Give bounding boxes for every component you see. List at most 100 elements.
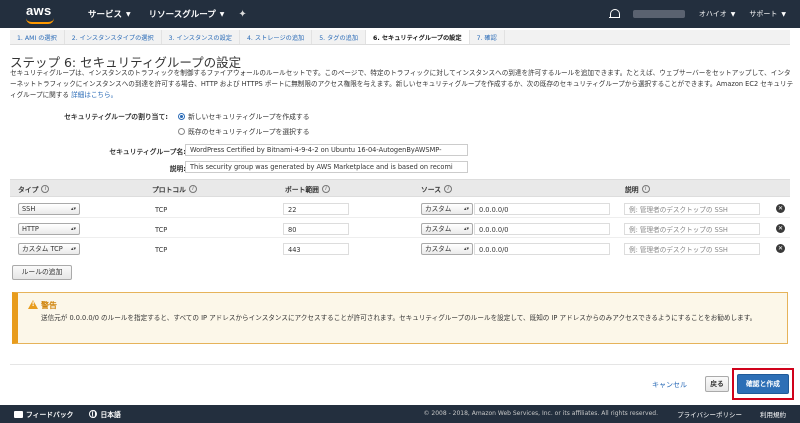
type-value: カスタム TCP — [22, 245, 63, 253]
tab-storage[interactable]: 4. ストレージの追加 — [240, 30, 313, 44]
tab-review[interactable]: 7. 確認 — [470, 30, 505, 44]
group-name-label: セキュリティグループ名: — [109, 148, 186, 156]
radio-unselected-icon[interactable] — [178, 127, 185, 135]
radio-select-existing-label: 既存のセキュリティグループを選択する — [188, 128, 310, 136]
radio-create-new[interactable]: 新しいセキュリティグループを作成する — [178, 111, 310, 121]
source-mode-value: カスタム — [425, 205, 452, 213]
chevron-updown-icon: ▴▾ — [70, 226, 76, 232]
rules-table-header: タイプ i プロトコル i ポート範囲 i ソース i 説明 i — [10, 179, 790, 197]
services-label: サービス — [88, 10, 123, 20]
warning-icon — [28, 300, 38, 309]
type-value: HTTP — [22, 225, 39, 233]
aws-smile-icon — [26, 18, 54, 24]
group-desc-label: 説明: — [169, 165, 186, 173]
header-port-range: ポート範囲 i — [285, 184, 330, 194]
chevron-down-icon: ▼ — [219, 10, 225, 18]
info-icon[interactable]: i — [188, 185, 197, 193]
tab-ami[interactable]: 1. AMI の選択 — [10, 30, 65, 44]
port-input[interactable]: 22 — [283, 203, 349, 215]
feedback-label: フィードバック — [26, 411, 74, 419]
back-button[interactable]: 戻る — [705, 376, 729, 392]
tab-security-group[interactable]: 6. セキュリティグループの設定 — [366, 30, 470, 44]
source-select[interactable]: カスタム ▴▾ — [421, 223, 473, 235]
description-text: セキュリティグループは、インスタンスのトラフィックを制御するファイアウォールのル… — [10, 69, 794, 99]
assign-label: セキュリティグループの割り当て: — [64, 113, 168, 121]
pin-icon[interactable]: ✦ — [238, 9, 246, 20]
chevron-updown-icon: ▴▾ — [463, 246, 469, 252]
rule-description-input[interactable]: 例: 管理者のデスクトップの SSH — [624, 203, 760, 215]
warning-box: 警告 送信元が 0.0.0.0/0 のルールを指定すると、すべての IP アドレ… — [12, 292, 788, 344]
header-source: ソース i — [421, 184, 453, 194]
region-menu[interactable]: オハイオ ▼ — [699, 9, 736, 19]
nav-right: オハイオ ▼ サポート ▼ — [608, 0, 786, 28]
warning-title: 警告 — [41, 301, 57, 310]
type-value: SSH — [22, 205, 36, 213]
support-label: サポート — [749, 10, 778, 18]
type-select[interactable]: SSH ▴▾ — [18, 203, 80, 215]
aws-logo-text: aws — [26, 3, 52, 18]
source-cidr-input[interactable]: 0.0.0.0/0 — [474, 203, 610, 215]
details-link[interactable]: 詳細はこちら。 — [71, 91, 117, 99]
type-select[interactable]: カスタム TCP ▴▾ — [18, 243, 80, 255]
privacy-link[interactable]: プライバシーポリシー — [677, 409, 742, 419]
tab-tags[interactable]: 5. タグの追加 — [312, 30, 367, 44]
aws-logo[interactable]: aws — [22, 0, 62, 28]
group-name-input[interactable]: WordPress Certified by Bitnami-4-9-4-2 o… — [185, 144, 468, 156]
chevron-down-icon: ▼ — [730, 10, 736, 18]
info-icon[interactable]: i — [41, 185, 50, 193]
cancel-link[interactable]: キャンセル — [652, 380, 687, 390]
header-port-label: ポート範囲 — [285, 186, 319, 194]
table-row: HTTP ▴▾ TCP 80 カスタム ▴▾ 0.0.0.0/0 例: 管理者のデス… — [10, 221, 790, 238]
chevron-down-icon: ▼ — [126, 10, 131, 18]
copyright: © 2008 - 2018, Amazon Web Services, Inc.… — [423, 410, 658, 417]
highlight-box — [732, 368, 794, 400]
info-icon[interactable]: i — [321, 185, 330, 193]
group-desc-input[interactable]: This security group was generated by AWS… — [185, 161, 468, 173]
region-label: オハイオ — [698, 10, 727, 18]
header-protocol-label: プロトコル — [152, 186, 186, 194]
terms-link[interactable]: 利用規約 — [760, 409, 786, 419]
chevron-updown-icon: ▴▾ — [463, 206, 469, 212]
chat-icon — [14, 410, 23, 418]
header-type: タイプ i — [18, 184, 50, 194]
language-label: 日本語 — [100, 411, 121, 419]
account-menu[interactable] — [632, 10, 685, 18]
services-menu[interactable]: サービス ▼ — [88, 8, 131, 20]
tab-instance-type[interactable]: 2. インスタンスタイプの選択 — [65, 30, 162, 44]
delete-rule-icon[interactable]: ✕ — [776, 204, 785, 213]
add-rule-button[interactable]: ルールの追加 — [12, 265, 72, 280]
wizard-steps: 1. AMI の選択 2. インスタンスタイプの選択 3. インスタンスの設定 … — [10, 30, 790, 45]
rule-description-input[interactable]: 例: 管理者のデスクトップの SSH — [624, 223, 760, 235]
source-cidr-input[interactable]: 0.0.0.0/0 — [474, 243, 610, 255]
resource-groups-menu[interactable]: リソースグループ ▼ — [149, 8, 225, 20]
protocol-value: TCP — [150, 203, 210, 215]
page-description: セキュリティグループは、インスタンスのトラフィックを制御するファイアウォールのル… — [10, 68, 795, 101]
warning-body: 送信元が 0.0.0.0/0 のルールを指定すると、すべての IP アドレスから… — [41, 314, 757, 322]
delete-rule-icon[interactable]: ✕ — [776, 244, 785, 253]
delete-rule-icon[interactable]: ✕ — [776, 224, 785, 233]
globe-icon — [89, 410, 98, 418]
rule-description-input[interactable]: 例: 管理者のデスクトップの SSH — [624, 243, 760, 255]
source-cidr-input[interactable]: 0.0.0.0/0 — [474, 223, 610, 235]
source-select[interactable]: カスタム ▴▾ — [421, 243, 473, 255]
chevron-updown-icon: ▴▾ — [70, 206, 76, 212]
source-select[interactable]: カスタム ▴▾ — [421, 203, 473, 215]
tab-instance-config[interactable]: 3. インスタンスの設定 — [162, 30, 240, 44]
resource-groups-label: リソースグループ — [148, 10, 216, 20]
info-icon[interactable]: i — [444, 185, 453, 193]
header-source-label: ソース — [421, 186, 442, 194]
type-select[interactable]: HTTP ▴▾ — [18, 223, 80, 235]
top-nav: aws サービス ▼ リソースグループ ▼ ✦ オハイオ ▼ サポート ▼ — [0, 0, 800, 28]
port-input[interactable]: 443 — [283, 243, 349, 255]
port-input[interactable]: 80 — [283, 223, 349, 235]
info-icon[interactable]: i — [641, 185, 650, 193]
language-selector[interactable]: 日本語 — [89, 409, 121, 419]
radio-selected-icon[interactable] — [178, 112, 185, 120]
divider — [10, 364, 790, 365]
feedback-button[interactable]: フィードバック — [14, 409, 73, 419]
radio-select-existing[interactable]: 既存のセキュリティグループを選択する — [178, 126, 310, 136]
bell-icon[interactable] — [608, 8, 620, 20]
chevron-down-icon: ▼ — [781, 10, 786, 18]
support-menu[interactable]: サポート ▼ — [749, 9, 786, 19]
protocol-value: TCP — [150, 243, 210, 255]
